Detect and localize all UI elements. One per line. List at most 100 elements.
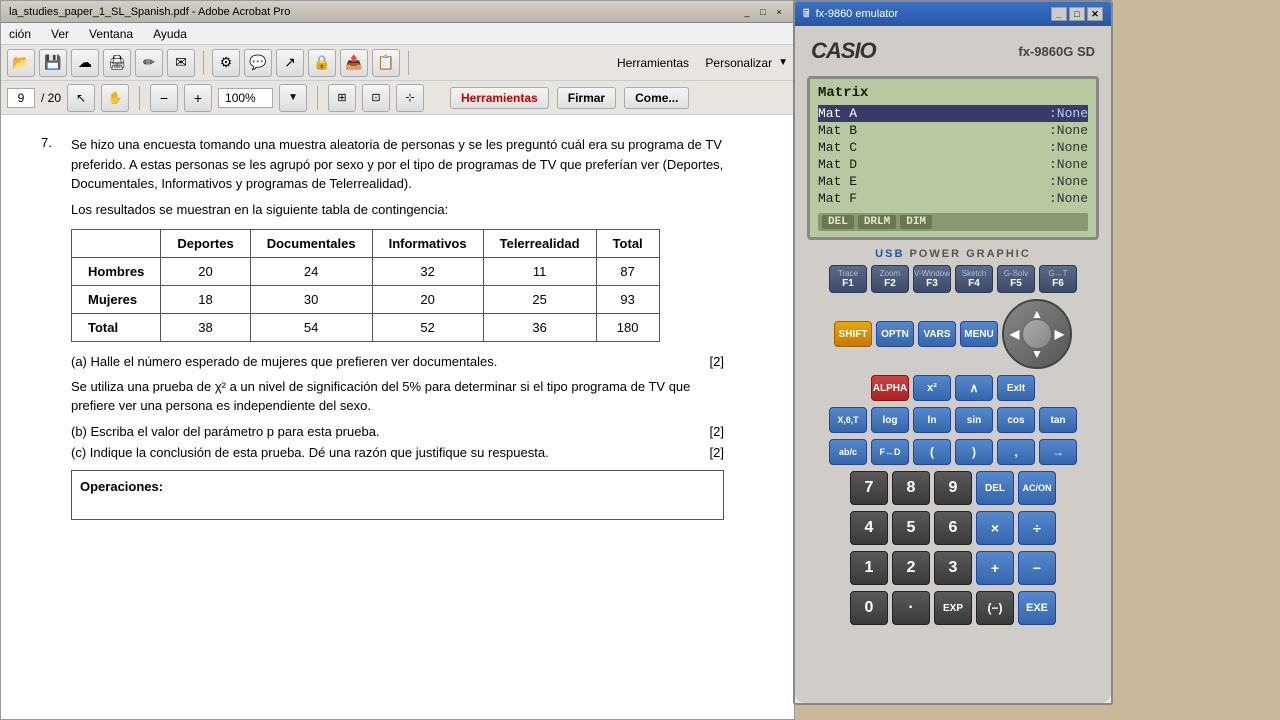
five-button[interactable]: 5 bbox=[892, 511, 930, 545]
question-number: 7. bbox=[41, 135, 71, 194]
seven-button[interactable]: 7 bbox=[850, 471, 888, 505]
share-button[interactable]: ↗ bbox=[276, 49, 304, 77]
shift-button[interactable]: SHIFT bbox=[834, 321, 872, 347]
alpha-button[interactable]: ALPHA bbox=[871, 375, 909, 401]
acon-button[interactable]: AC/ON bbox=[1018, 471, 1056, 505]
sep3 bbox=[139, 86, 140, 110]
three-button[interactable]: 3 bbox=[934, 551, 972, 585]
add-button[interactable]: + bbox=[976, 551, 1014, 585]
zoom-dropdown[interactable]: ▼ bbox=[279, 84, 307, 112]
operaciones-title: Operaciones: bbox=[80, 479, 715, 494]
divide-button[interactable]: ÷ bbox=[1018, 511, 1056, 545]
herramientas-button[interactable]: Herramientas bbox=[450, 87, 549, 109]
f3-button[interactable]: V-Window F3 bbox=[913, 265, 951, 293]
menu-cion[interactable]: ción bbox=[5, 25, 35, 43]
calc-minimize[interactable]: _ bbox=[1051, 7, 1067, 21]
personalize-btn[interactable]: Herramientas bbox=[617, 56, 689, 70]
calc-close[interactable]: ✕ bbox=[1087, 7, 1103, 21]
fit-width-button[interactable]: ⊡ bbox=[362, 84, 390, 112]
vars-button[interactable]: VARS bbox=[918, 321, 956, 347]
zoom-in-button[interactable]: + bbox=[184, 84, 212, 112]
protect-button[interactable]: 🔒 bbox=[308, 49, 336, 77]
tan-button[interactable]: tan bbox=[1039, 407, 1077, 433]
eight-button[interactable]: 8 bbox=[892, 471, 930, 505]
settings-button[interactable]: ⚙ bbox=[212, 49, 240, 77]
fd-button[interactable]: F↔D bbox=[871, 439, 909, 465]
f1-button[interactable]: Trace F1 bbox=[829, 265, 867, 293]
store-button[interactable]: → bbox=[1039, 439, 1077, 465]
table-row-hombres: Hombres 20 24 32 11 87 bbox=[72, 257, 660, 285]
menu-ventana[interactable]: Ventana bbox=[85, 25, 137, 43]
zoom-input[interactable] bbox=[218, 88, 273, 108]
close-button[interactable]: × bbox=[772, 5, 786, 19]
neg-button[interactable]: (−) bbox=[976, 591, 1014, 625]
num-row-4: 0 · EXP (−) EXE bbox=[803, 591, 1103, 625]
personalize-arrow[interactable]: ▼ bbox=[778, 57, 788, 68]
f5-button[interactable]: G-Solv F5 bbox=[997, 265, 1035, 293]
sub-question-b: (b) Escriba el valor del parámetro p par… bbox=[71, 424, 724, 439]
calc-maximize[interactable]: □ bbox=[1069, 7, 1085, 21]
mujeres-telerrealidad: 25 bbox=[483, 285, 596, 313]
optn-button[interactable]: OPTN bbox=[876, 321, 914, 347]
review-button[interactable]: 📋 bbox=[372, 49, 400, 77]
come-button[interactable]: Come... bbox=[624, 87, 689, 109]
firmar-button[interactable]: Firmar bbox=[557, 87, 616, 109]
caret-button[interactable]: ∧ bbox=[955, 375, 993, 401]
nav-cluster[interactable]: ▲ ▼ ◀ ▶ bbox=[1002, 299, 1072, 369]
subtract-button[interactable]: − bbox=[1018, 551, 1056, 585]
paren-row: ab/c F↔D ( ) , → bbox=[803, 439, 1103, 465]
matd-value: :None bbox=[1049, 157, 1088, 172]
f6-top-label: G→T bbox=[1048, 269, 1067, 278]
dot-button[interactable]: · bbox=[892, 591, 930, 625]
del-button[interactable]: DEL bbox=[976, 471, 1014, 505]
x2-button[interactable]: x² bbox=[913, 375, 951, 401]
zoom-out-button[interactable]: − bbox=[150, 84, 178, 112]
comma-button[interactable]: , bbox=[997, 439, 1035, 465]
ln-button[interactable]: ln bbox=[913, 407, 951, 433]
open-button[interactable]: 📂 bbox=[7, 49, 35, 77]
hand-tool[interactable]: ✋ bbox=[101, 84, 129, 112]
four-button[interactable]: 4 bbox=[850, 511, 888, 545]
exit-button[interactable]: ExIt bbox=[997, 375, 1035, 401]
sin-button[interactable]: sin bbox=[955, 407, 993, 433]
comment-button[interactable]: 💬 bbox=[244, 49, 272, 77]
nav-center[interactable] bbox=[1022, 319, 1052, 349]
exe-button[interactable]: EXE bbox=[1018, 591, 1056, 625]
log-button[interactable]: log bbox=[871, 407, 909, 433]
exp-button[interactable]: EXP bbox=[934, 591, 972, 625]
f5-label: F5 bbox=[1010, 278, 1022, 289]
fit-page-button[interactable]: ⊞ bbox=[328, 84, 356, 112]
cos-button[interactable]: cos bbox=[997, 407, 1035, 433]
cursor-tool[interactable]: ↖ bbox=[67, 84, 95, 112]
edit-button[interactable]: ✏ bbox=[135, 49, 163, 77]
xthetat-button[interactable]: X,θ,T bbox=[829, 407, 867, 433]
two-button[interactable]: 2 bbox=[892, 551, 930, 585]
export-button[interactable]: 📤 bbox=[340, 49, 368, 77]
minimize-button[interactable]: _ bbox=[740, 5, 754, 19]
pdf-action-buttons: Herramientas Firmar Come... bbox=[450, 87, 689, 109]
email-button[interactable]: ✉ bbox=[167, 49, 195, 77]
menu-ayuda[interactable]: Ayuda bbox=[149, 25, 191, 43]
log-row: X,θ,T log ln sin cos tan bbox=[803, 407, 1103, 433]
f4-button[interactable]: Sketch F4 bbox=[955, 265, 993, 293]
maximize-button[interactable]: □ bbox=[756, 5, 770, 19]
rparen-button[interactable]: ) bbox=[955, 439, 993, 465]
nine-button[interactable]: 9 bbox=[934, 471, 972, 505]
total-total: 180 bbox=[596, 313, 659, 341]
page-input[interactable] bbox=[7, 88, 35, 108]
save-button[interactable]: 💾 bbox=[39, 49, 67, 77]
f2-button[interactable]: Zoom F2 bbox=[871, 265, 909, 293]
six-button[interactable]: 6 bbox=[934, 511, 972, 545]
zero-button[interactable]: 0 bbox=[850, 591, 888, 625]
select-button[interactable]: ⊹ bbox=[396, 84, 424, 112]
abk-button[interactable]: ab/c bbox=[829, 439, 867, 465]
print-button[interactable]: 🖨 bbox=[103, 49, 131, 77]
f6-button[interactable]: G→T F6 bbox=[1039, 265, 1077, 293]
multiply-button[interactable]: × bbox=[976, 511, 1014, 545]
one-button[interactable]: 1 bbox=[850, 551, 888, 585]
calc-model: fx-9860G SD bbox=[1018, 44, 1095, 59]
lparen-button[interactable]: ( bbox=[913, 439, 951, 465]
menu-ver[interactable]: Ver bbox=[47, 25, 73, 43]
cloud-button[interactable]: ☁ bbox=[71, 49, 99, 77]
menu-button[interactable]: MENU bbox=[960, 321, 998, 347]
